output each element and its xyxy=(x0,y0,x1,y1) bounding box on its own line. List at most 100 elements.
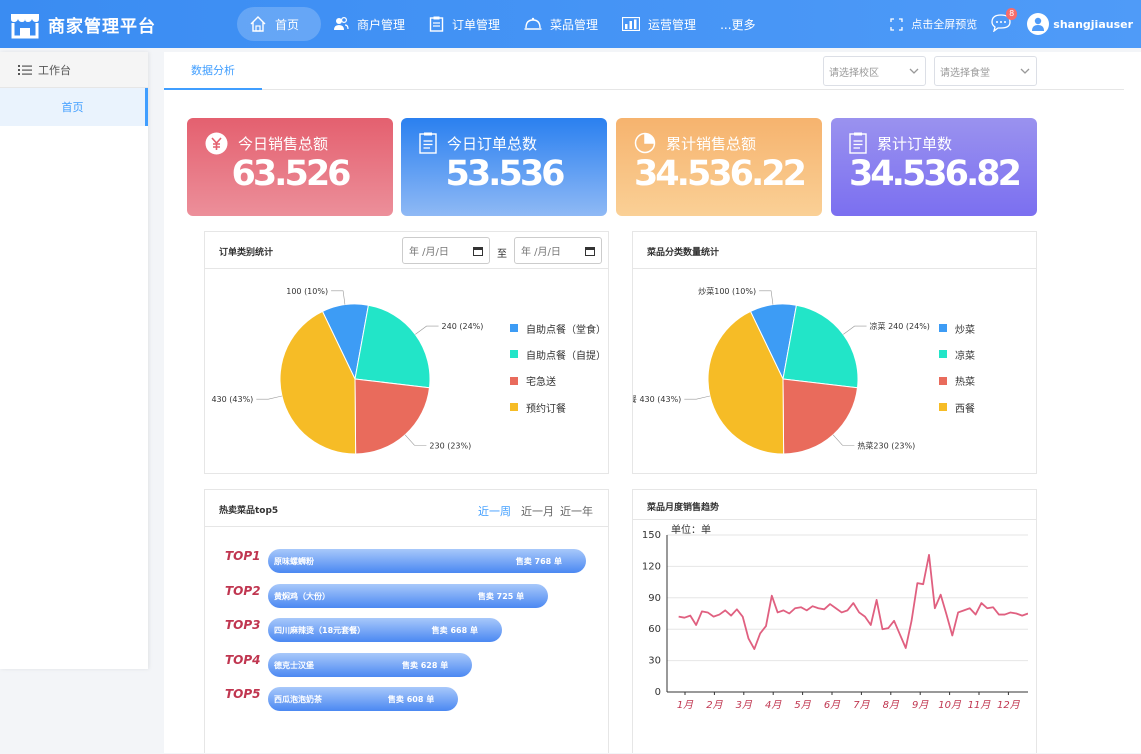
message-button[interactable]: 8 xyxy=(991,7,1018,35)
nav-home[interactable]: 首页 xyxy=(237,7,321,41)
legend-label: 西餐 xyxy=(955,403,975,415)
rank-label: TOP4 xyxy=(225,652,261,667)
fullscreen-icon xyxy=(890,17,903,31)
dish-name: 四川麻辣烫（18元套餐） xyxy=(274,626,366,635)
pie-leader-line xyxy=(832,434,855,446)
pie-leader-line xyxy=(404,434,427,446)
legend-swatch xyxy=(939,403,947,412)
date-range-separator: 至 xyxy=(497,249,507,260)
legend-swatch xyxy=(939,350,947,359)
legend-item[interactable]: 宅急送 xyxy=(510,368,606,394)
legend-item[interactable]: 凉菜 xyxy=(939,341,975,367)
sidebar-item-home[interactable]: 首页 xyxy=(0,88,148,126)
legend-swatch xyxy=(510,350,518,359)
x-tick-label: 12月 xyxy=(997,700,1021,711)
nav-label: 首页 xyxy=(275,17,300,32)
legend-item[interactable]: 自助点餐（堂食） xyxy=(510,315,606,341)
monthly-trend-chart: 0 30 60 90 120 150 单位：单 1月 2月 3月 4月 5月 6月 7月 8月 9月 10月 11… xyxy=(642,523,1028,711)
sidebar-header[interactable]: 工作台 xyxy=(0,52,148,88)
unit-label: 单位：单 xyxy=(671,523,711,536)
range-month-tab[interactable]: 近一月 xyxy=(521,503,554,519)
campus-select[interactable]: 请选择校区 xyxy=(823,56,926,86)
sales-count: 售卖 768 单 xyxy=(515,557,562,566)
panel-title: 订单类别统计 xyxy=(219,248,274,258)
sales-bar: 德克士汉堡 售卖 628 单 xyxy=(268,652,473,677)
legend-swatch xyxy=(510,324,518,333)
message-badge: 8 xyxy=(1006,7,1018,20)
nav-more[interactable]: ...更多 xyxy=(708,7,767,41)
trend-line[interactable] xyxy=(678,553,1028,650)
pie-slice[interactable] xyxy=(354,378,431,455)
card-title: 今日销售总额 xyxy=(238,135,329,153)
user-icon xyxy=(1032,17,1045,31)
tab-data-analysis[interactable]: 数据分析 xyxy=(164,52,262,90)
x-tick-label: 1月 xyxy=(677,700,694,711)
dish-name: 原味螺蛳粉 xyxy=(274,557,314,566)
legend-item[interactable]: 热菜 xyxy=(939,368,975,394)
nav-operations[interactable]: 运营管理 xyxy=(610,7,708,41)
legend-item[interactable]: 自助点餐（自提） xyxy=(510,341,606,367)
x-tick-label: 11月 xyxy=(968,700,992,711)
pie-label: 100 (10%) xyxy=(286,287,328,296)
pie-slice[interactable] xyxy=(354,304,431,389)
panel-header: 菜品月度销售趋势 xyxy=(633,490,1036,520)
top5-row[interactable]: TOP5 西瓜泡泡奶茶 售卖 608 单 xyxy=(225,687,585,711)
range-year-tab[interactable]: 近一年 xyxy=(560,503,593,519)
legend-item[interactable]: 西餐 xyxy=(939,394,975,420)
legend-swatch xyxy=(510,403,518,412)
sales-bar: 西瓜泡泡奶茶 售卖 608 单 xyxy=(268,687,459,711)
legend-swatch xyxy=(939,376,947,385)
top-bar: 商家管理平台 首页 商户管理 订单管理 菜品管理 运营管理 ...更多 点击全屏… xyxy=(0,0,1141,48)
panel-title: 菜品月度销售趋势 xyxy=(647,503,720,513)
x-tick-label: 4月 xyxy=(765,700,782,711)
legend-label: 凉菜 xyxy=(955,350,975,362)
y-tick-label: 90 xyxy=(648,593,661,604)
pie-icon xyxy=(634,132,656,154)
pie-leader-line xyxy=(331,290,346,305)
x-tick-label: 9月 xyxy=(912,700,929,711)
legend-label: 自助点餐（自提） xyxy=(526,350,606,362)
fullscreen-button[interactable]: 点击全屏预览 xyxy=(890,16,977,32)
card-value: 63.526 xyxy=(231,154,351,194)
date-placeholder: 年 /月/日 xyxy=(409,247,449,258)
legend-item[interactable]: 炒菜 xyxy=(939,315,975,341)
range-week-tab[interactable]: 近一周 xyxy=(478,503,511,519)
card-value: 53.536 xyxy=(445,154,565,194)
legend-item[interactable]: 预约订餐 xyxy=(510,394,606,420)
chevron-down-icon xyxy=(909,68,919,74)
user-menu[interactable]: shangjiauser xyxy=(1027,13,1133,35)
pie-slice[interactable] xyxy=(782,304,859,389)
top5-row[interactable]: TOP3 四川麻辣烫（18元套餐） 售卖 668 单 xyxy=(225,618,585,642)
pie-leader-line xyxy=(256,395,283,400)
sales-count: 售卖 628 单 xyxy=(401,660,449,670)
end-date-input[interactable]: 年 /月/日 xyxy=(514,237,602,264)
dish-name: 黄焖鸡（大份） xyxy=(274,591,330,601)
x-tick-label: 7月 xyxy=(853,700,870,711)
card-title: 今日订单总数 xyxy=(447,134,538,153)
top5-row[interactable]: TOP2 黄焖鸡（大份） 售卖 725 单 xyxy=(225,583,585,608)
chart-icon xyxy=(622,17,641,31)
top5-row[interactable]: TOP4 德克士汉堡 售卖 628 单 xyxy=(225,652,585,677)
start-date-input[interactable]: 年 /月/日 xyxy=(402,237,490,264)
canteen-select[interactable]: 请选择食堂 xyxy=(934,56,1037,86)
x-tick-label: 2月 xyxy=(706,700,723,711)
x-tick-label: 6月 xyxy=(824,700,841,711)
order-pie-legend: 自助点餐（堂食） 自助点餐（自提） 宅急送预约订餐 xyxy=(510,315,606,420)
pie-slice[interactable] xyxy=(782,378,859,455)
legend-label: 自助点餐（堂食） xyxy=(526,324,606,336)
document-icon xyxy=(849,132,867,154)
nav-dishes[interactable]: 菜品管理 xyxy=(512,7,610,41)
home-icon xyxy=(250,16,266,32)
x-tick-label: 8月 xyxy=(883,700,900,711)
card-title: 累计订单数 xyxy=(877,134,953,153)
nav-merchant[interactable]: 商户管理 xyxy=(321,7,417,41)
legend-label: 预约订餐 xyxy=(526,403,566,415)
nav-orders[interactable]: 订单管理 xyxy=(417,7,512,41)
main-nav: 首页 商户管理 订单管理 菜品管理 运营管理 ...更多 xyxy=(237,7,768,41)
app-logo[interactable]: 商家管理平台 xyxy=(8,6,156,42)
panel-title: 热卖菜品top5 xyxy=(219,506,279,516)
top5-row[interactable]: TOP1 原味螺蛳粉 售卖 768 单 xyxy=(225,549,586,573)
nav-label: ...更多 xyxy=(720,17,756,32)
avatar xyxy=(1027,13,1050,35)
pie-leader-line xyxy=(843,325,867,335)
